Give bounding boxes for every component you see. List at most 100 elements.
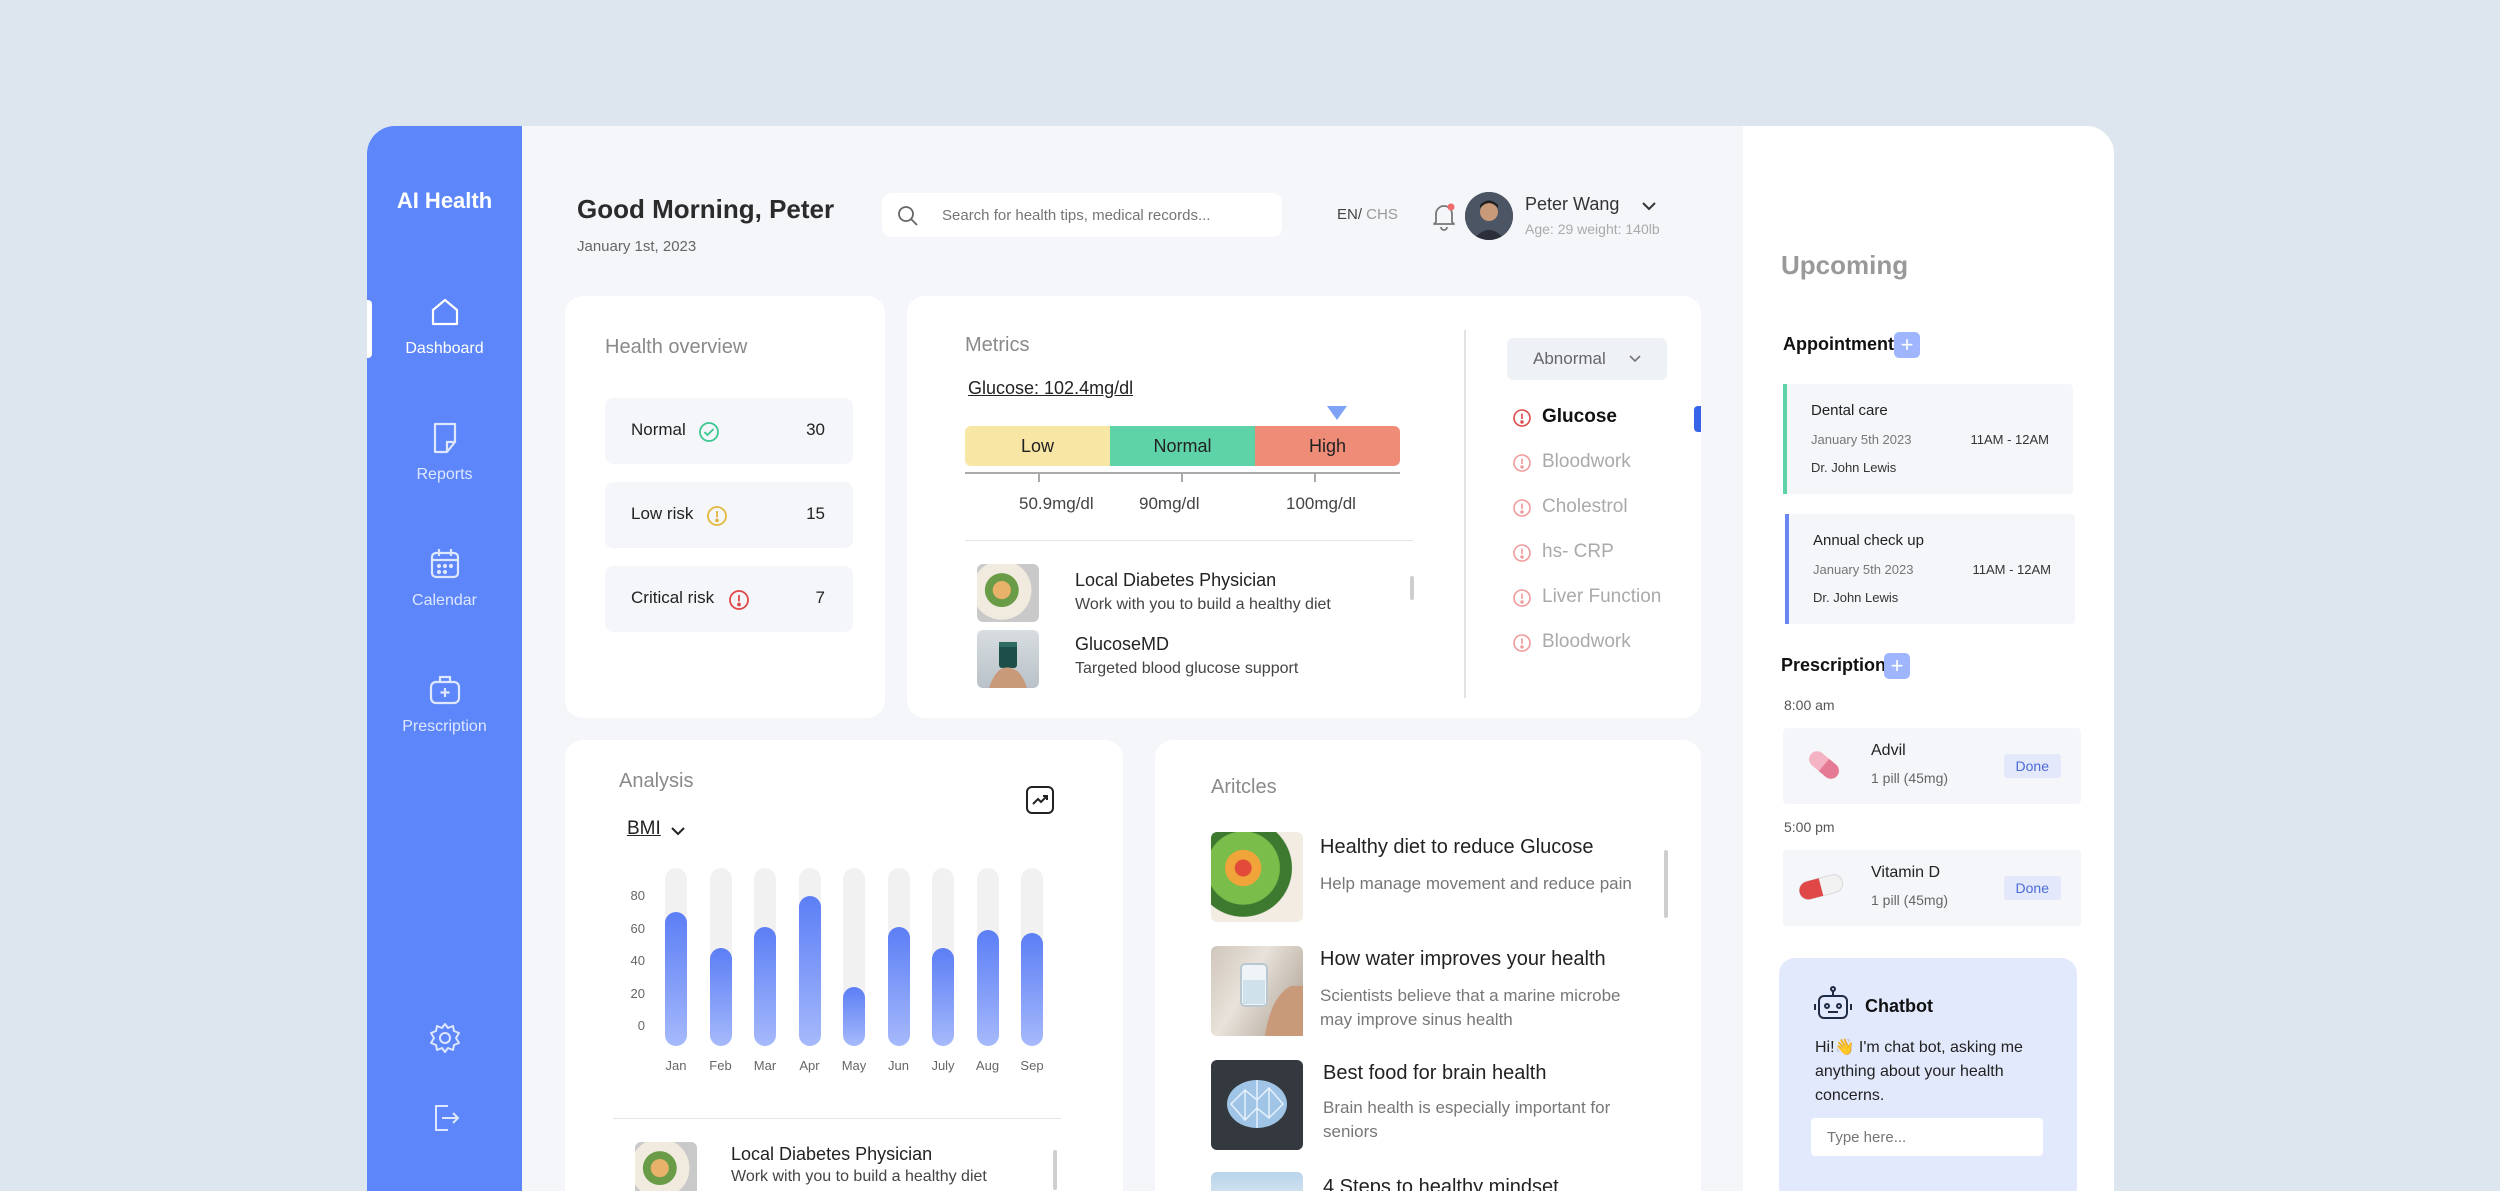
article-title[interactable]: Healthy diet to reduce Glucose [1320,836,1594,859]
alert-icon [1513,454,1531,472]
bar-feb[interactable] [709,948,732,1046]
appointment-item[interactable]: Dental care January 5th 2023 11AM - 12AM… [1783,384,2073,494]
check-icon [699,422,719,442]
bar-may[interactable] [843,987,865,1046]
medication-name: Advil [1871,742,1906,759]
row-count: 15 [806,504,825,523]
range-normal: Normal [1110,426,1255,466]
metric-label: Liver Function [1542,586,1662,607]
bar-mar[interactable] [754,926,776,1046]
robot-icon [1814,986,1852,1019]
status-badge[interactable]: Done [2003,754,2061,778]
recommendations-scrollbar[interactable] [1410,576,1414,600]
rec-name: Local Diabetes Physician [731,1144,933,1164]
chevron-down-icon[interactable] [669,824,687,838]
bar-sep[interactable] [1021,933,1043,1046]
app-window: AI Health Dashboard Reports Calendar Pre… [367,126,2114,1191]
appointment-date: January 5th 2023 [1811,432,1912,447]
add-appointment-button[interactable]: + [1894,332,1920,358]
lang-chs[interactable]: CHS [1362,206,1398,223]
sidebar-item-dashboard[interactable]: Dashboard [367,294,522,358]
metric-item-liver-function[interactable]: Liver Function [1512,586,1661,608]
rec-desc: Work with you to build a healthy diet [731,1168,987,1185]
chatbot-panel: Chatbot Hi!👋 I'm chat bot, asking me any… [1779,958,2077,1191]
bar-apr[interactable] [798,896,821,1046]
overview-row-normal[interactable]: Normal 30 [605,398,853,464]
bar-track [976,868,999,1046]
abnormal-filter-dropdown[interactable]: Abnormal [1507,338,1667,380]
trend-toggle-button[interactable] [1026,786,1054,814]
report-icon [433,422,456,454]
alert-icon [1513,544,1531,562]
user-name[interactable]: Peter Wang [1525,194,1619,215]
articles-card: Aritcles Healthy diet to reduce Glucose … [1155,740,1701,1191]
sidebar-item-calendar[interactable]: Calendar [367,546,522,610]
language-toggle[interactable]: EN/ CHS [1337,206,1398,223]
rec-name: Local Diabetes Physician [1075,570,1277,590]
bar-track [709,868,732,1046]
overview-row-critical-risk[interactable]: Critical risk 7 [605,566,853,632]
article-thumbnail [1211,1060,1303,1150]
sidebar-item-reports[interactable]: Reports [367,420,522,484]
article-title[interactable]: Best food for brain health [1323,1062,1546,1085]
article-thumbnail [1211,946,1303,1036]
physician-thumbnail [977,564,1039,622]
x-tick-label: Apr [799,1058,820,1073]
metric-label: hs- CRP [1542,541,1614,562]
bar-track [1021,868,1043,1046]
alert-icon [729,590,749,610]
settings-button[interactable] [367,1021,522,1060]
notification-button[interactable] [1430,201,1458,236]
logout-button[interactable] [367,1101,522,1140]
metric-label: Cholestrol [1542,496,1628,517]
article-title[interactable]: 4 Steps to healthy mindset [1323,1176,1559,1191]
prescription-item[interactable]: Advil 1 pill (45mg) Done [1783,728,2081,804]
article-title[interactable]: How water improves your health [1320,948,1606,971]
bar-track [798,868,821,1046]
metric-item-hs-crp[interactable]: hs- CRP [1512,541,1614,563]
appointment-title: Dental care [1811,402,1888,419]
list-item[interactable]: GlucoseMD Targeted blood glucose support [977,630,1397,690]
search-input[interactable] [942,201,1262,229]
bar-jun[interactable] [887,926,910,1046]
selector-label: BMI [627,818,661,839]
avatar[interactable] [1465,192,1513,240]
medkit-icon [429,675,460,705]
alert-icon [1513,499,1531,517]
list-scrollbar[interactable] [1053,1150,1057,1190]
metric-item-glucose[interactable]: Glucose [1512,406,1617,428]
appointment-item[interactable]: Annual check up January 5th 2023 11AM - … [1785,514,2075,624]
health-overview-card: Health overview Normal 30 Low risk 15 Cr… [565,296,885,718]
metrics-card: Metrics Glucose: 102.4mg/dl Low Normal H… [907,296,1701,718]
sidebar-item-prescription[interactable]: Prescription [367,672,522,736]
sidebar-item-label: Reports [416,466,473,483]
rec-desc: Work with you to build a healthy diet [1075,596,1331,613]
medication-dose: 1 pill (45mg) [1871,892,1949,908]
upcoming-panel: Upcoming Appointment + Dental care Janua… [1743,126,2114,1191]
prescription-item[interactable]: Vitamin D 1 pill (45mg) Done [1783,850,2081,926]
status-badge[interactable]: Done [2003,876,2061,900]
bar-track [843,868,865,1046]
chevron-down-icon[interactable] [1639,198,1659,214]
bar-jan[interactable] [665,912,687,1046]
bar-aug[interactable] [976,930,999,1046]
rec-name: GlucoseMD [1075,634,1170,654]
overview-row-low-risk[interactable]: Low risk 15 [605,482,853,548]
add-prescription-button[interactable]: + [1884,653,1910,679]
bar-july[interactable] [932,948,954,1046]
y-tick-label: 80 [630,888,645,903]
x-tick-label: Feb [709,1058,732,1073]
metric-item-bloodwork[interactable]: Bloodwork [1512,451,1631,473]
metric-selector[interactable]: BMI [627,818,661,840]
appointment-doctor: Dr. John Lewis [1813,590,1899,605]
chat-input[interactable] [1811,1118,2043,1156]
row-count: 7 [815,588,825,607]
articles-scrollbar[interactable] [1664,850,1668,918]
metric-item-bloodwork-2[interactable]: Bloodwork [1512,631,1631,653]
bar-track [887,868,910,1046]
appointment-color-bar [1785,514,1789,624]
list-item[interactable]: Local Diabetes Physician Work with you t… [977,564,1397,624]
metric-item-cholestrol[interactable]: Cholestrol [1512,496,1628,518]
lang-en[interactable]: EN/ [1337,206,1362,223]
y-tick-label: 40 [630,953,645,968]
